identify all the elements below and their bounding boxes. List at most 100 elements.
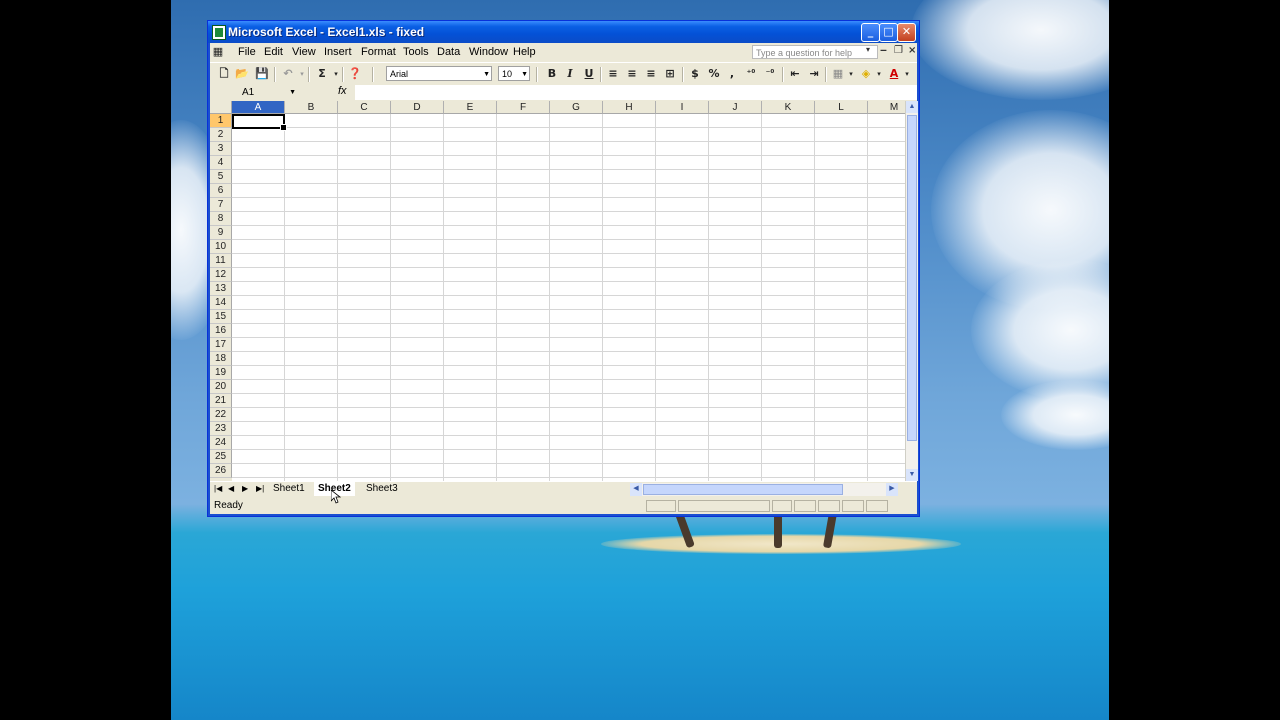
maximize-button[interactable]: □	[879, 23, 898, 42]
sheet-tab-sheet3[interactable]: Sheet3	[362, 482, 402, 496]
decrease-decimal-icon[interactable]: ⁻⁰	[762, 66, 778, 82]
increase-indent-icon[interactable]: ⇥	[806, 66, 822, 82]
insert-function-icon[interactable]: fx	[338, 85, 347, 97]
font-size-select[interactable]: 10 ▼	[498, 66, 530, 81]
cell-area[interactable]	[232, 114, 905, 481]
help-icon[interactable]: ❓	[347, 66, 363, 82]
prev-sheet-icon[interactable]: ◀	[228, 484, 234, 493]
align-left-icon[interactable]: ≡	[605, 66, 621, 82]
fill-color-dropdown-icon[interactable]: ▾	[871, 66, 887, 82]
currency-button[interactable]: $	[687, 66, 703, 82]
spreadsheet-grid[interactable]: ABCDEFGHIJKLM 1 2 3 4 5 6 7 8 9 10 11 12 13 14 15 16 17 1…	[210, 101, 905, 481]
row-header-18[interactable]: 18	[210, 352, 232, 366]
align-center-icon[interactable]: ≡	[624, 66, 640, 82]
workbook-icon[interactable]: ▦	[210, 44, 226, 60]
column-header-m[interactable]: M	[868, 101, 905, 114]
doc-minimize-button[interactable]: ‒	[880, 45, 887, 56]
row-header-17[interactable]: 17	[210, 338, 232, 352]
vertical-scrollbar[interactable]: ▲ ▼	[905, 101, 918, 481]
save-icon[interactable]: 💾	[254, 66, 270, 82]
title-bar[interactable]: Microsoft Excel - Excel1.xls - fixed _ □…	[208, 21, 919, 43]
next-sheet-icon[interactable]: ▶	[242, 484, 248, 493]
doc-close-button[interactable]: ×	[908, 45, 916, 56]
increase-decimal-icon[interactable]: ⁺⁰	[743, 66, 759, 82]
row-header-15[interactable]: 15	[210, 310, 232, 324]
row-header-19[interactable]: 19	[210, 366, 232, 380]
name-box[interactable]: A1 ▼	[210, 85, 298, 100]
row-header-13[interactable]: 13	[210, 282, 232, 296]
open-icon[interactable]: 📂	[234, 66, 250, 82]
row-header-1[interactable]: 1	[210, 114, 232, 128]
scroll-down-icon[interactable]: ▼	[906, 469, 918, 481]
row-header-22[interactable]: 22	[210, 408, 232, 422]
row-header-8[interactable]: 8	[210, 212, 232, 226]
row-header-6[interactable]: 6	[210, 184, 232, 198]
underline-button[interactable]: U	[581, 66, 597, 82]
row-header-26[interactable]: 26	[210, 464, 232, 478]
row-header-23[interactable]: 23	[210, 422, 232, 436]
menu-file[interactable]: File	[238, 46, 256, 58]
row-header-10[interactable]: 10	[210, 240, 232, 254]
column-header-j[interactable]: J	[709, 101, 762, 114]
close-button[interactable]: ✕	[897, 23, 916, 42]
vertical-scroll-thumb[interactable]	[907, 115, 917, 441]
formula-input[interactable]	[355, 85, 917, 100]
sheet-tab-sheet1[interactable]: Sheet1	[269, 482, 309, 496]
menu-help[interactable]: Help	[513, 46, 536, 58]
scroll-left-icon[interactable]: ◀	[630, 483, 642, 496]
align-right-icon[interactable]: ≡	[643, 66, 659, 82]
help-search-input[interactable]: Type a question for help	[752, 45, 878, 59]
decrease-indent-icon[interactable]: ⇤	[787, 66, 803, 82]
select-all-corner[interactable]	[210, 101, 232, 114]
row-header-9[interactable]: 9	[210, 226, 232, 240]
help-dropdown-icon[interactable]: ▾	[866, 45, 870, 54]
column-header-f[interactable]: F	[497, 101, 550, 114]
row-header-4[interactable]: 4	[210, 156, 232, 170]
row-header-11[interactable]: 11	[210, 254, 232, 268]
column-header-e[interactable]: E	[444, 101, 497, 114]
menu-data[interactable]: Data	[437, 46, 460, 58]
last-sheet-icon[interactable]: ▶|	[256, 484, 264, 493]
merge-center-icon[interactable]: ⊞	[662, 66, 678, 82]
column-header-i[interactable]: I	[656, 101, 709, 114]
percent-button[interactable]: %	[706, 66, 722, 82]
menu-format[interactable]: Format	[361, 46, 396, 58]
bold-button[interactable]: B	[544, 66, 560, 82]
menu-insert[interactable]: Insert	[324, 46, 352, 58]
scroll-right-icon[interactable]: ▶	[886, 483, 898, 496]
column-header-a[interactable]: A	[232, 101, 285, 114]
scroll-up-icon[interactable]: ▲	[906, 101, 918, 113]
column-header-b[interactable]: B	[285, 101, 338, 114]
doc-restore-button[interactable]: ❐	[894, 45, 903, 56]
column-header-h[interactable]: H	[603, 101, 656, 114]
excel-app-icon[interactable]	[212, 25, 226, 40]
row-header-25[interactable]: 25	[210, 450, 232, 464]
menu-view[interactable]: View	[292, 46, 316, 58]
comma-button[interactable]: ,	[724, 66, 740, 82]
column-header-c[interactable]: C	[338, 101, 391, 114]
first-sheet-icon[interactable]: |◀	[214, 484, 222, 493]
active-cell[interactable]	[232, 114, 287, 131]
column-header-l[interactable]: L	[815, 101, 868, 114]
menu-window[interactable]: Window	[469, 46, 508, 58]
row-header-3[interactable]: 3	[210, 142, 232, 156]
horizontal-scrollbar[interactable]: ◀ ▶	[630, 483, 898, 496]
borders-dropdown-icon[interactable]: ▾	[843, 66, 859, 82]
row-header-12[interactable]: 12	[210, 268, 232, 282]
row-header-20[interactable]: 20	[210, 380, 232, 394]
menu-edit[interactable]: Edit	[264, 46, 283, 58]
row-header-7[interactable]: 7	[210, 198, 232, 212]
column-header-d[interactable]: D	[391, 101, 444, 114]
row-header-14[interactable]: 14	[210, 296, 232, 310]
row-header-16[interactable]: 16	[210, 324, 232, 338]
horizontal-scroll-thumb[interactable]	[643, 484, 843, 495]
row-header-21[interactable]: 21	[210, 394, 232, 408]
column-header-g[interactable]: G	[550, 101, 603, 114]
new-icon[interactable]: 🗋	[216, 66, 232, 82]
column-header-k[interactable]: K	[762, 101, 815, 114]
menu-tools[interactable]: Tools	[403, 46, 429, 58]
font-name-select[interactable]: Arial ▼	[386, 66, 492, 81]
font-color-dropdown-icon[interactable]: ▾	[899, 66, 915, 82]
row-header-5[interactable]: 5	[210, 170, 232, 184]
italic-button[interactable]: I	[562, 66, 578, 82]
